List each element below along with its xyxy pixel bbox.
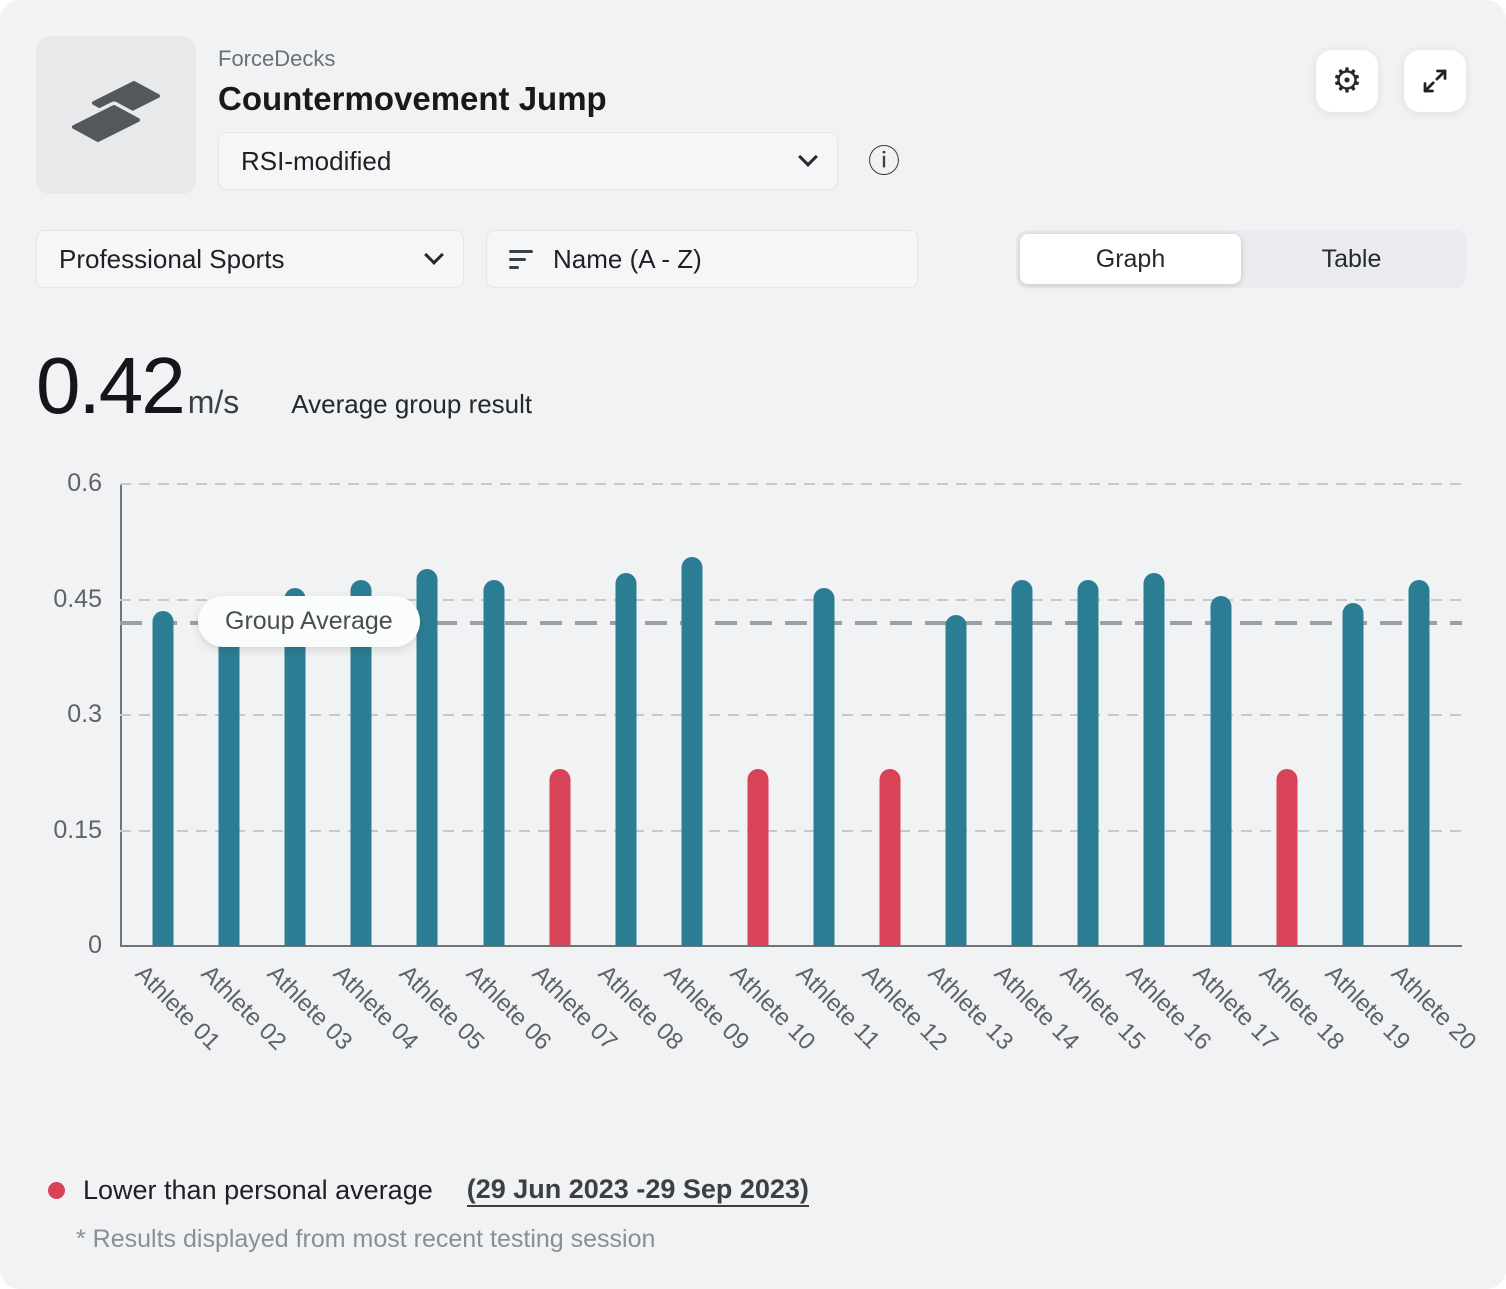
chevron-down-icon <box>424 245 444 265</box>
chart-bar[interactable] <box>549 769 570 946</box>
expand-icon <box>1420 66 1450 96</box>
bar-slot: Athlete 09 <box>659 484 725 946</box>
chart-bar[interactable] <box>813 588 834 946</box>
forcedecks-dashboard: ForceDecks Countermovement Jump RSI-modi… <box>0 0 1506 1289</box>
view-toggle: Graph Table <box>1016 230 1466 288</box>
gear-icon: ⚙ <box>1332 61 1362 101</box>
info-icon[interactable]: ⓘ <box>868 145 900 177</box>
bar-slot: Athlete 02 <box>196 484 262 946</box>
sort-icon <box>509 250 533 269</box>
average-value: 0.42 <box>36 346 184 426</box>
y-tick-label: 0 <box>24 931 102 960</box>
bar-slot: Athlete 07 <box>527 484 593 946</box>
app-label: ForceDecks <box>218 46 900 72</box>
bar-slot: Athlete 01 <box>130 484 196 946</box>
bar-slot: Athlete 15 <box>1055 484 1121 946</box>
chart-bar[interactable] <box>747 769 768 946</box>
bar-chart: Athlete 01Athlete 02Athlete 03Athlete 04… <box>36 484 1466 946</box>
legend: Lower than personal average (29 Jun 2023… <box>36 1174 1466 1207</box>
header-actions: ⚙ <box>1316 36 1466 112</box>
group-dropdown-value: Professional Sports <box>59 244 284 275</box>
sort-value: Name (A - Z) <box>553 244 702 275</box>
metric-dropdown[interactable]: RSI-modified <box>218 132 838 190</box>
footnote: * Results displayed from most recent tes… <box>36 1225 1466 1254</box>
bar-slot: Athlete 12 <box>857 484 923 946</box>
legend-dot <box>48 1182 65 1199</box>
chart-bar[interactable] <box>681 557 702 946</box>
group-summary: 0.42 m/s Average group result <box>36 346 1466 426</box>
y-tick-label: 0.15 <box>24 816 102 845</box>
bar-slot: Athlete 20 <box>1386 484 1452 946</box>
bar-slot: Athlete 06 <box>460 484 526 946</box>
group-dropdown[interactable]: Professional Sports <box>36 230 464 288</box>
bar-slot: Athlete 10 <box>725 484 791 946</box>
chart-bar[interactable] <box>1276 769 1297 946</box>
title-block: ForceDecks Countermovement Jump RSI-modi… <box>218 36 900 190</box>
average-label: Average group result <box>291 389 532 420</box>
chart-bar[interactable] <box>1342 603 1363 946</box>
bar-slot: Athlete 19 <box>1320 484 1386 946</box>
filter-row: Professional Sports Name (A - Z) Graph T… <box>36 230 1466 288</box>
settings-button[interactable]: ⚙ <box>1316 50 1378 112</box>
group-average-pill: Group Average <box>198 596 420 647</box>
bar-slot: Athlete 17 <box>1188 484 1254 946</box>
metric-dropdown-value: RSI-modified <box>241 146 391 177</box>
tab-graph[interactable]: Graph <box>1020 234 1241 284</box>
bar-slot: Athlete 13 <box>923 484 989 946</box>
chart-bar[interactable] <box>1144 573 1165 946</box>
chart-bar[interactable] <box>946 615 967 946</box>
sort-control[interactable]: Name (A - Z) <box>486 230 918 288</box>
chart-bar[interactable] <box>1210 596 1231 946</box>
tab-table[interactable]: Table <box>1241 234 1462 284</box>
date-range-link[interactable]: (29 Jun 2023 -29 Sep 2023) <box>467 1174 809 1207</box>
y-tick-label: 0.6 <box>24 469 102 498</box>
y-tick-label: 0.45 <box>24 585 102 614</box>
chart-bar[interactable] <box>483 580 504 946</box>
chevron-down-icon <box>798 147 818 167</box>
chart-bar[interactable] <box>219 623 240 946</box>
chart-bar[interactable] <box>153 611 174 946</box>
bar-slot: Athlete 16 <box>1121 484 1187 946</box>
chart-plot-area: Athlete 01Athlete 02Athlete 03Athlete 04… <box>120 484 1462 946</box>
bar-slot: Athlete 08 <box>593 484 659 946</box>
y-tick-label: 0.3 <box>24 700 102 729</box>
header: ForceDecks Countermovement Jump RSI-modi… <box>36 36 1466 194</box>
average-unit: m/s <box>188 384 240 421</box>
bar-slot: Athlete 03 <box>262 484 328 946</box>
bar-slot: Athlete 14 <box>989 484 1055 946</box>
chart-bar[interactable] <box>615 573 636 946</box>
chart-bar[interactable] <box>1012 580 1033 946</box>
chart-bar[interactable] <box>880 769 901 946</box>
force-plates-icon <box>68 75 164 155</box>
chart-bar[interactable] <box>417 569 438 946</box>
chart-bar[interactable] <box>1408 580 1429 946</box>
bar-slot: Athlete 18 <box>1254 484 1320 946</box>
page-title: Countermovement Jump <box>218 80 900 118</box>
metric-row: RSI-modified ⓘ <box>218 132 900 190</box>
bars-container: Athlete 01Athlete 02Athlete 03Athlete 04… <box>120 484 1462 946</box>
bar-slot: Athlete 04 <box>328 484 394 946</box>
bar-slot: Athlete 05 <box>394 484 460 946</box>
bar-slot: Athlete 11 <box>791 484 857 946</box>
forcedecks-logo <box>36 36 196 194</box>
chart-bar[interactable] <box>1078 580 1099 946</box>
expand-button[interactable] <box>1404 50 1466 112</box>
legend-label: Lower than personal average <box>83 1175 433 1206</box>
